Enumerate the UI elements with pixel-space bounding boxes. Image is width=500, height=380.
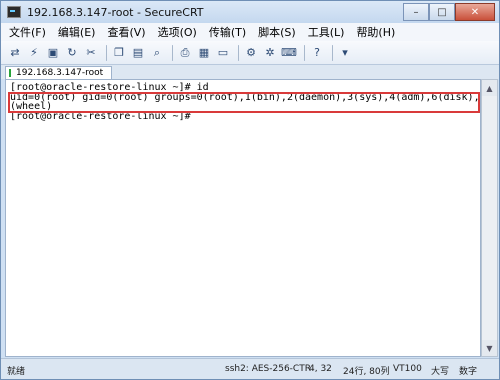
maximize-button[interactable]: □ [429,3,455,21]
connect-icon[interactable]: ⇄ [7,45,23,61]
menu-script[interactable]: 脚本(S) [258,24,296,40]
scroll-up-icon[interactable]: ▲ [482,80,497,96]
terminal-app-icon [7,6,21,18]
print-icon[interactable]: ⎙ [177,45,193,61]
connected-status-icon [9,69,11,77]
menu-file[interactable]: 文件(F) [9,24,46,40]
toolbar-overflow-icon[interactable]: ▾ [337,45,353,61]
status-emulation: VT100 [393,364,422,374]
disconnect-icon[interactable]: ✂ [83,45,99,61]
terminal-area[interactable]: [root@oracle-restore-linux ~]# id uid=0(… [5,79,481,357]
status-ssh-cipher: ssh2: AES-256-CTR [225,364,311,374]
quick-connect-icon[interactable]: ⚡ [26,45,42,61]
title-bar[interactable]: 192.168.3.147-root - SecureCRT – □ ✕ [1,1,499,23]
paste-icon[interactable]: ▤ [130,45,146,61]
session-tab-bar: 192.168.3.147-root [1,65,499,79]
copy-icon[interactable]: ❐ [111,45,127,61]
status-bar: 就绪 ssh2: AES-256-CTR 4, 32 24行, 80列 VT10… [1,358,499,379]
vertical-scrollbar[interactable]: ▲ ▼ [481,79,498,357]
toolbar-separator [332,44,333,61]
keymap-icon[interactable]: ⌨ [281,45,297,61]
menu-edit[interactable]: 编辑(E) [58,24,96,40]
status-num-lock: 数字 [459,367,478,377]
minimize-button[interactable]: – [403,3,429,21]
toolbar-separator [106,44,107,61]
print-setup-icon[interactable]: ▦ [196,45,212,61]
toolbar: ⇄ ⚡ ▣ ↻ ✂ ❐ ▤ ⌕ ⎙ ▦ ▭ ⚙ ✲ ⌨ ? ▾ [1,41,499,65]
sftp-icon[interactable]: ▭ [215,45,231,61]
scroll-down-icon[interactable]: ▼ [482,340,497,356]
menu-tools[interactable]: 工具(L) [308,24,345,40]
session-tab[interactable]: 192.168.3.147-root [5,66,113,79]
global-options-icon[interactable]: ✲ [262,45,278,61]
status-caps-lock: 大写 [431,367,450,377]
status-cursor-position: 4, 32 [309,364,332,374]
close-button[interactable]: ✕ [455,3,495,21]
session-tab-label: 192.168.3.147-root [16,68,104,78]
reconnect-icon[interactable]: ↻ [64,45,80,61]
menu-options[interactable]: 选项(O) [158,24,197,40]
status-terminal-size: 24行, 80列 [343,367,390,377]
session-options-icon[interactable]: ⚙ [243,45,259,61]
toolbar-separator [172,44,173,61]
connect-tab-icon[interactable]: ▣ [45,45,61,61]
help-icon[interactable]: ? [309,45,325,61]
menu-transfer[interactable]: 传输(T) [209,24,246,40]
menu-help[interactable]: 帮助(H) [356,24,395,40]
securecrt-window: 192.168.3.147-root - SecureCRT – □ ✕ 文件(… [0,0,500,380]
window-controls: – □ ✕ [403,3,495,21]
menu-bar: 文件(F) 编辑(E) 查看(V) 选项(O) 传输(T) 脚本(S) 工具(L… [1,23,499,41]
toolbar-separator [238,44,239,61]
find-icon[interactable]: ⌕ [149,45,165,61]
status-ready: 就绪 [7,367,26,377]
toolbar-separator [304,44,305,61]
window-title: 192.168.3.147-root - SecureCRT [27,5,204,19]
highlight-annotation [8,92,480,113]
menu-view[interactable]: 查看(V) [107,24,145,40]
